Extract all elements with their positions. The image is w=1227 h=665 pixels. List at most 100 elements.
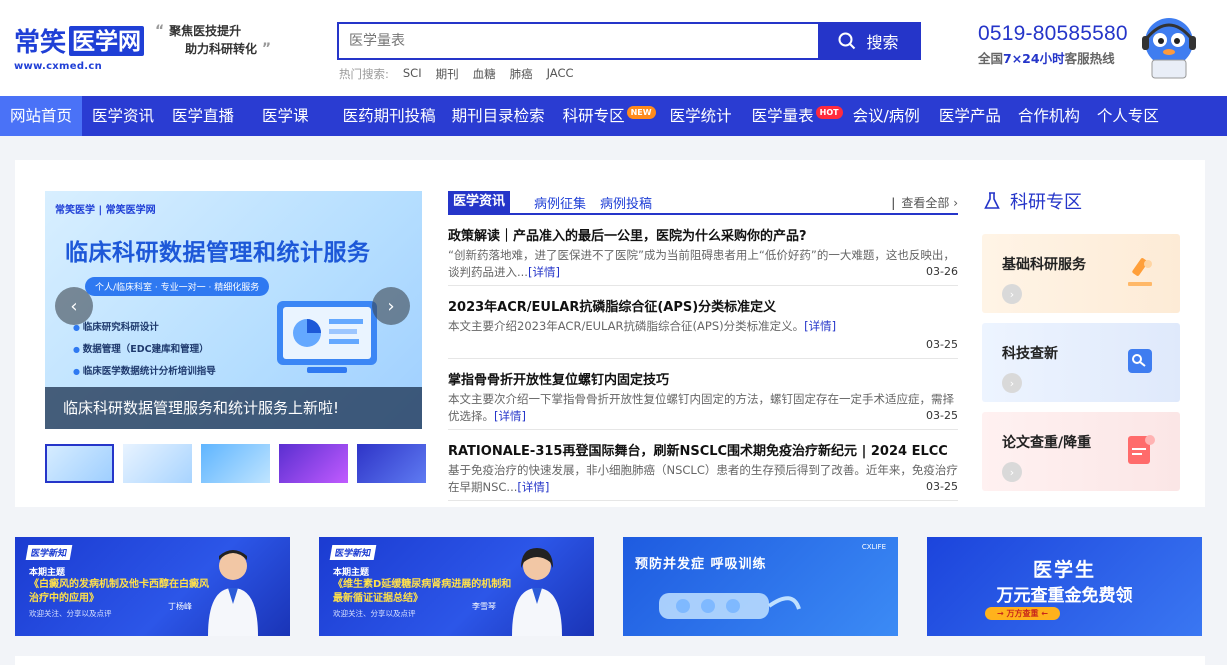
banner-point: 临床研究科研设计 (73, 317, 216, 339)
card-label: 科技查新 (1002, 346, 1058, 362)
arrow-right-icon: › (1002, 462, 1022, 482)
new-badge: NEW (626, 106, 656, 119)
nav-journal-submit[interactable]: 医药期刊投稿 (331, 96, 444, 136)
nav-personal[interactable]: 个人专区 (1089, 96, 1167, 136)
view-all-link[interactable]: | 查看全部 › (891, 194, 958, 211)
doctor-avatar-icon (208, 550, 258, 636)
hot-keyword[interactable]: SCI (403, 66, 422, 82)
ad-tag: 医学新知 (25, 545, 73, 560)
tab-medical-news[interactable]: 医学资讯 (448, 191, 511, 213)
details-link[interactable]: [详情] (804, 319, 836, 333)
hot-keyword[interactable]: 期刊 (436, 66, 459, 82)
research-zone-title: 科研专区 (982, 188, 1180, 214)
details-link[interactable]: [详情] (528, 265, 560, 279)
ad-cta-button[interactable]: → 万方查重 ← (985, 607, 1060, 620)
slogan-line2: 助力科研转化 (185, 42, 258, 56)
flask-icon (984, 192, 1000, 209)
carousel-thumbnail[interactable] (123, 444, 192, 483)
hotline: 0519-80585580 全国7×24小时客服热线 (978, 22, 1128, 67)
news-title[interactable]: RATIONALE-315再登国际舞台，刷新NSCLC围术期免疫治疗新纪元 | … (448, 440, 958, 459)
nav-scales[interactable]: 医学量表 HOT (742, 96, 851, 136)
main-panel: 常笑医学 | 常笑医学网 临床科研数据管理和统计服务 个人/临床科室 · 专业一… (15, 160, 1205, 507)
nav-statistics[interactable]: 医学统计 (666, 96, 742, 136)
ad-subtitle: 万元查重金免费领 (996, 586, 1133, 606)
carousel-thumbnail[interactable] (357, 444, 426, 483)
news-title[interactable]: 掌指骨骨折开放性复位螺钉内固定技巧 (448, 369, 958, 388)
ad-subtitle: 本期主题 (333, 568, 370, 578)
carousel-thumbnail[interactable] (45, 444, 114, 483)
arrow-right-icon: › (1002, 284, 1022, 304)
news-item: 2023年ACR/EULAR抗磷脂综合征(APS)分类标准定义 本文主要介绍20… (448, 286, 958, 359)
nav-course[interactable]: 医学课 (252, 96, 331, 136)
carousel-thumbnail[interactable] (279, 444, 348, 483)
hero-carousel[interactable]: 常笑医学 | 常笑医学网 临床科研数据管理和统计服务 个人/临床科室 · 专业一… (45, 191, 422, 429)
news-item: RATIONALE-315再登国际舞台，刷新NSCLC围术期免疫治疗新纪元 | … (448, 430, 958, 501)
carousel-prev-button[interactable]: ‹ (55, 287, 93, 325)
hot-search: 热门搜索: SCI 期刊 血糖 肺癌 JACC (339, 66, 574, 82)
logo-box-text: 医学网 (69, 25, 145, 56)
search-doc-icon (1128, 349, 1152, 373)
banner-points: 临床研究科研设计 数据管理（EDC建库和管理） 临床医学数据统计分析培训指导 (73, 317, 216, 383)
card-label: 基础科研服务 (1002, 257, 1086, 273)
logo-url: www.cxmed.cn (14, 61, 103, 72)
plagiarism-check-card[interactable]: 论文查重/降重 › (982, 412, 1180, 491)
nav-journal-search[interactable]: 期刊目录检索 (444, 96, 553, 136)
nav-live[interactable]: 医学直播 (164, 96, 252, 136)
microscope-icon (1128, 258, 1152, 286)
ad-logo: CXLIFE (861, 543, 886, 551)
card-label: 论文查重/降重 (1002, 435, 1092, 451)
hot-keyword[interactable]: 肺癌 (510, 66, 533, 82)
breathing-device-icon (659, 593, 801, 619)
search-input[interactable] (339, 24, 818, 58)
hotline-text: 全国7×24小时客服热线 (978, 51, 1115, 66)
logo-text: 常笑 (14, 27, 67, 57)
banner-point: 数据管理（EDC建库和管理） (73, 339, 216, 361)
site-header: 常笑 医学网 www.cxmed.cn “ 聚焦医技提升 助力科研转化 ” 搜索… (0, 0, 1227, 96)
news-date: 03-25 (926, 338, 958, 351)
arrow-right-icon: › (1002, 373, 1022, 393)
chevron-right-icon: › (953, 196, 958, 210)
carousel-thumbnails (45, 444, 426, 483)
nav-home[interactable]: 网站首页 (0, 96, 83, 136)
nav-products[interactable]: 医学产品 (929, 96, 1010, 136)
news-panel: 医学资讯 病例征集 病例投稿 | 查看全部 › 政策解读｜产品准入的最后一公里，医… (448, 191, 958, 501)
banner-point: 临床医学数据统计分析培训指导 (73, 361, 216, 383)
document-grade-icon (1128, 435, 1155, 464)
nav-research[interactable]: 科研专区 NEW (553, 96, 666, 136)
slogan: “ 聚焦医技提升 助力科研转化 ” (155, 23, 272, 57)
novelty-search-card[interactable]: 科技查新 › (982, 323, 1180, 402)
nav-meeting[interactable]: 会议/病例 (851, 96, 929, 136)
details-link[interactable]: [详情] (494, 409, 526, 423)
mascot-icon (1142, 18, 1196, 79)
hot-keyword[interactable]: JACC (547, 66, 574, 82)
news-desc: 本文主要介绍2023年ACR/EULAR抗磷脂综合征(APS)分类标准定义。[详… (448, 319, 837, 333)
doctor-avatar-icon (512, 548, 562, 636)
ad-subtitle: 本期主题 (29, 568, 66, 578)
ad-title: 医学生 (1032, 559, 1096, 581)
tab-case-submission[interactable]: 病例投稿 (600, 193, 666, 212)
ad-doctor-name: 丁杨峰 (168, 602, 192, 611)
details-link[interactable]: [详情] (517, 480, 549, 494)
basic-research-card[interactable]: 基础科研服务 › (982, 234, 1180, 313)
carousel-next-button[interactable]: › (372, 287, 410, 325)
news-title[interactable]: 政策解读｜产品准入的最后一公里，医院为什么采购你的产品? (448, 225, 958, 244)
hot-keyword[interactable]: 血糖 (473, 66, 496, 82)
search-bar: 搜索 (337, 22, 921, 60)
slogan-line1: 聚焦医技提升 (169, 24, 242, 38)
ad-footer: 欢迎关注、分享以及点评 (29, 609, 112, 618)
nav-partners[interactable]: 合作机构 (1010, 96, 1089, 136)
carousel-thumbnail[interactable] (201, 444, 270, 483)
promo-banner-2[interactable]: 医学新知 本期主题 《维生素D延缓糖尿病肾病进展的机制和最新循证证据总结》 欢迎… (319, 537, 594, 636)
search-button-label: 搜索 (866, 33, 899, 52)
nav-news[interactable]: 医学资讯 (82, 96, 164, 136)
news-title[interactable]: 2023年ACR/EULAR抗磷脂综合征(APS)分类标准定义 (448, 296, 958, 315)
hotline-number: 0519-80585580 (978, 22, 1128, 45)
tab-case-collection[interactable]: 病例征集 (534, 193, 600, 212)
banner-logo: 常笑医学 | 常笑医学网 (55, 205, 156, 216)
search-button[interactable]: 搜索 (818, 24, 919, 58)
promo-banner-4[interactable]: 医学生 万元查重金免费领 → 万方查重 ← (927, 537, 1202, 636)
promo-banner-1[interactable]: 医学新知 本期主题 《白癜风的发病机制及他卡西醇在白癜风治疗中的应用》 欢迎关注… (15, 537, 290, 636)
site-logo[interactable]: 常笑 医学网 www.cxmed.cn (14, 22, 145, 72)
hot-badge: HOT (815, 106, 843, 119)
promo-banner-3[interactable]: 预防并发症 呼吸训练 CXLIFE (623, 537, 898, 636)
